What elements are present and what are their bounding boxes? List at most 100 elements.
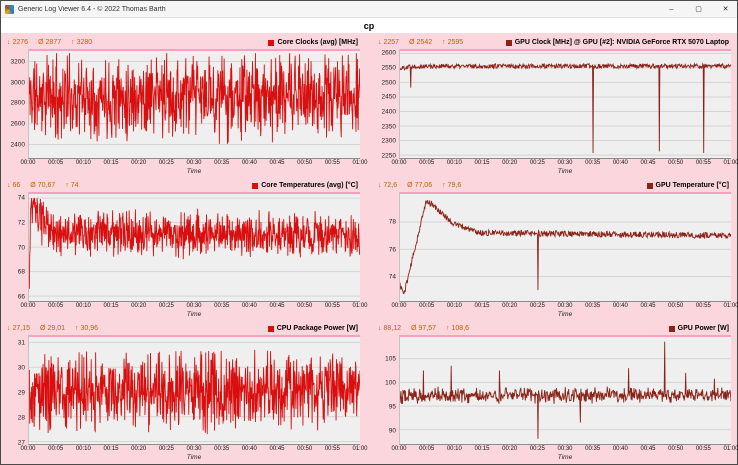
plot-area[interactable] bbox=[399, 335, 731, 445]
x-tick-label: 00:30 bbox=[557, 446, 573, 452]
x-tick-label: 00:05 bbox=[419, 446, 435, 452]
x-tick-label: 00:15 bbox=[474, 160, 490, 166]
x-tick-label: 00:20 bbox=[131, 303, 147, 309]
average-icon: Ø bbox=[407, 182, 413, 189]
avg-stat: Ø 70,67 bbox=[30, 182, 55, 189]
plot-area[interactable] bbox=[399, 192, 731, 302]
x-tick-label: 00:45 bbox=[269, 446, 285, 452]
x-tick-label: 01:00 bbox=[723, 446, 738, 452]
chart-panel-core-clocks: ↓ 2276 Ø 2877 ↑ 3280 Core Clocks (avg) [MHz… bbox=[4, 36, 368, 177]
chart-panel-core-temps: ↓ 66 Ø 70,67 ↑ 74 Core Temperatures (avg) [… bbox=[4, 179, 368, 320]
x-tick-label: 00:15 bbox=[474, 303, 490, 309]
max-stat: ↑ 108,6 bbox=[446, 325, 469, 332]
time-axis-label: Time bbox=[186, 311, 202, 318]
maximize-button[interactable]: ▢ bbox=[687, 1, 710, 17]
x-tick-label: 00:10 bbox=[75, 303, 91, 309]
up-arrow-icon: ↑ bbox=[65, 182, 69, 189]
dataset-header: cp bbox=[1, 18, 737, 33]
x-tick-label: 01:00 bbox=[723, 160, 738, 166]
x-tick-label: 00:45 bbox=[269, 303, 285, 309]
y-tick-label: 100 bbox=[385, 379, 396, 387]
plot-row: 74 76 78 bbox=[375, 192, 731, 302]
x-tick-label: 00:20 bbox=[131, 446, 147, 452]
x-tick-label: 00:50 bbox=[668, 303, 684, 309]
x-tick-label: 00:35 bbox=[214, 160, 230, 166]
chart-stats: ↓ 2257 Ø 2542 ↑ 2595 bbox=[378, 39, 463, 46]
plot-area[interactable] bbox=[28, 192, 360, 302]
series-color-swatch bbox=[646, 182, 653, 189]
y-tick-label: 68 bbox=[17, 268, 25, 276]
y-tick-label: 76 bbox=[388, 246, 396, 254]
y-tick-label: 2450 bbox=[381, 93, 396, 101]
y-tick-label: 105 bbox=[385, 355, 396, 363]
x-tick-label: 00:55 bbox=[324, 303, 340, 309]
y-axis-labels: 2250 2300 2350 2400 2450 2500 2550 2600 bbox=[375, 49, 399, 160]
chart-title: GPU Clock [MHz] @ GPU [#2]: NVIDIA GeFor… bbox=[505, 39, 729, 46]
x-tick-label: 00:30 bbox=[186, 303, 202, 309]
app-icon bbox=[5, 4, 14, 14]
y-tick-label: 2350 bbox=[381, 123, 396, 131]
x-tick-label: 01:00 bbox=[352, 446, 368, 452]
plot-area[interactable] bbox=[28, 49, 360, 159]
x-tick-label: 00:25 bbox=[529, 160, 545, 166]
y-axis-labels: 27 28 29 30 31 bbox=[4, 335, 28, 446]
chart-stats: ↓ 66 Ø 70,67 ↑ 74 bbox=[7, 182, 79, 189]
x-tick-label: 00:30 bbox=[557, 303, 573, 309]
x-tick-label: 00:05 bbox=[419, 160, 435, 166]
x-tick-label: 00:55 bbox=[695, 303, 711, 309]
y-tick-label: 30 bbox=[17, 364, 25, 371]
down-arrow-icon: ↓ bbox=[378, 182, 382, 189]
avg-value: 97,57 bbox=[418, 325, 437, 332]
x-tick-label: 00:05 bbox=[48, 446, 64, 452]
time-axis-label: Time bbox=[557, 168, 573, 175]
min-stat: ↓ 88,12 bbox=[378, 325, 401, 332]
y-tick-label: 3000 bbox=[10, 79, 25, 87]
plot-row: 90 95 100 105 bbox=[375, 335, 731, 445]
series-line bbox=[400, 342, 731, 439]
average-icon: Ø bbox=[38, 39, 44, 46]
plot-area[interactable] bbox=[399, 49, 731, 159]
chart-canvas bbox=[29, 49, 360, 158]
down-arrow-icon: ↓ bbox=[378, 39, 382, 46]
time-axis-label: Time bbox=[557, 311, 573, 318]
x-tick-label: 00:00 bbox=[20, 160, 36, 166]
max-value: 3280 bbox=[76, 39, 93, 46]
max-stat: ↑ 79,6 bbox=[442, 182, 461, 189]
x-tick-label: 01:00 bbox=[723, 303, 738, 309]
x-axis-labels: 00:00 00:05 00:10 00:15 00:20 00:25 00:30 00:35… bbox=[20, 302, 367, 311]
average-icon: Ø bbox=[40, 325, 46, 332]
close-button[interactable]: ✕ bbox=[714, 1, 737, 17]
y-axis-labels: 66 68 70 72 74 bbox=[4, 192, 28, 302]
down-arrow-icon: ↓ bbox=[378, 325, 382, 332]
plot-area[interactable] bbox=[28, 335, 360, 445]
series-line bbox=[29, 198, 360, 289]
chart-header: ↓ 66 Ø 70,67 ↑ 74 Core Temperatures (avg) [… bbox=[4, 179, 360, 192]
x-tick-label: 00:25 bbox=[158, 303, 174, 309]
x-tick-label: 00:40 bbox=[612, 446, 628, 452]
chart-header: ↓ 27,15 Ø 29,01 ↑ 30,96 CPU Package Power [… bbox=[4, 322, 360, 335]
plot-row: 2400 2600 2800 3000 3200 bbox=[4, 49, 360, 159]
chart-canvas bbox=[29, 192, 360, 301]
x-tick-label: 00:15 bbox=[474, 446, 490, 452]
up-arrow-icon: ↑ bbox=[442, 182, 446, 189]
plot-row: 27 28 29 30 31 bbox=[4, 335, 360, 446]
time-axis-label: Time bbox=[557, 454, 573, 461]
y-tick-label: 72 bbox=[17, 219, 25, 227]
avg-value: 2542 bbox=[416, 39, 433, 46]
average-icon: Ø bbox=[30, 182, 36, 189]
up-arrow-icon: ↑ bbox=[446, 325, 450, 332]
chart-panel-gpu-power: ↓ 88,12 Ø 97,57 ↑ 108,6 GPU Power [W] 90 95 1… bbox=[375, 322, 738, 463]
y-tick-label: 28 bbox=[17, 414, 25, 421]
x-tick-label: 00:25 bbox=[158, 160, 174, 166]
up-arrow-icon: ↑ bbox=[75, 325, 79, 332]
series-line bbox=[29, 53, 360, 144]
x-tick-label: 00:50 bbox=[297, 446, 313, 452]
minimize-button[interactable]: – bbox=[660, 1, 683, 17]
x-tick-label: 00:30 bbox=[186, 446, 202, 452]
avg-value: 77,06 bbox=[414, 182, 433, 189]
x-tick-label: 00:35 bbox=[214, 446, 230, 452]
y-tick-label: 31 bbox=[17, 339, 25, 346]
y-axis-labels: 90 95 100 105 bbox=[375, 335, 399, 445]
series-line bbox=[400, 200, 731, 293]
x-tick-label: 00:00 bbox=[20, 446, 36, 452]
